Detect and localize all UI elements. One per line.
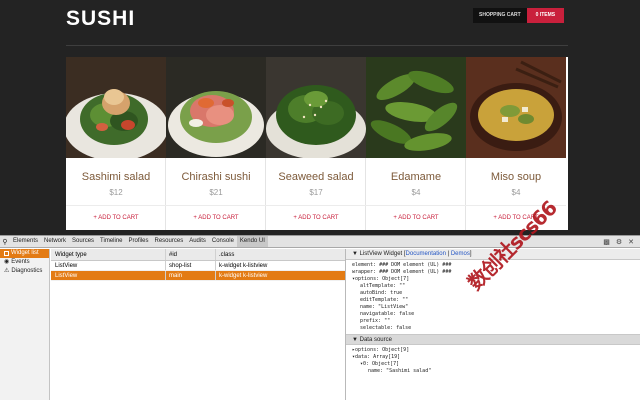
cell-widget-type: ListView	[51, 271, 166, 280]
option-edit-template[interactable]: editTemplate: ""	[352, 297, 640, 304]
tab-kendo-ui[interactable]: Kendo UI	[236, 236, 268, 247]
tab-audits[interactable]: Audits	[186, 236, 209, 247]
data-source-properties: ▸options: Object[9] ▾data: Array[19] ▾0: O…	[346, 345, 640, 375]
table-row[interactable]: ListView shop-list k-widget k-listview	[51, 261, 345, 271]
cart-label: SHOPPING CART	[473, 8, 527, 23]
option-name[interactable]: name: "ListView"	[352, 304, 640, 311]
dock-icon[interactable]: ▩	[603, 238, 610, 246]
sidebar-item-widget-list[interactable]: Widget list	[0, 249, 49, 258]
product-card: Seaweed salad $17 + ADD TO CART	[266, 57, 366, 230]
data-source-header[interactable]: ▼ Data source	[346, 334, 640, 345]
table-row-selected[interactable]: ListView main k-widget k-listview	[51, 271, 345, 281]
cell-id: shop-list	[166, 261, 216, 270]
ds-item-name[interactable]: name: "Sashimi salad"	[352, 368, 640, 375]
ds-options[interactable]: ▸options: Object[9]	[352, 347, 640, 354]
demos-link[interactable]: Demos	[451, 251, 470, 257]
product-name: Seaweed salad	[278, 171, 354, 183]
add-to-cart-button[interactable]: + ADD TO CART	[66, 205, 166, 230]
product-name: Chirashi sushi	[181, 171, 251, 183]
add-to-cart-button[interactable]: + ADD TO CART	[266, 205, 366, 230]
ds-data-label: data: Array[19]	[355, 354, 401, 360]
product-photo-seaweed-salad[interactable]	[266, 57, 366, 158]
documentation-link[interactable]: Documentation	[406, 251, 446, 257]
list-icon	[4, 251, 9, 256]
column-header-class[interactable]: .class	[216, 249, 345, 260]
ds-item-label: 0: Object[7]	[363, 361, 400, 367]
header-divider	[66, 45, 568, 46]
tab-profiles[interactable]: Profiles	[126, 236, 152, 247]
sidebar-item-label: Diagnostics	[11, 268, 43, 274]
ds-options-label: options: Object[9]	[355, 347, 410, 353]
product-list: Sashimi salad $12 + ADD TO CART Chirashi…	[66, 57, 568, 230]
product-name: Miso soup	[490, 171, 542, 183]
product-card: Sashimi salad $12 + ADD TO CART	[66, 57, 166, 230]
cell-class: k-widget k-listview	[219, 273, 268, 279]
product-photo-chirashi-sushi[interactable]	[166, 57, 266, 158]
option-selectable[interactable]: selectable: false	[352, 325, 640, 332]
sidebar-item-label: Widget list	[11, 250, 39, 256]
option-navigatable[interactable]: navigatable: false	[352, 311, 640, 318]
product-card: Chirashi sushi $21 + ADD TO CART	[166, 57, 266, 230]
option-auto-bind[interactable]: autoBind: true	[352, 290, 640, 297]
sidebar-item-diagnostics[interactable]: ⚠ Diagnostics	[0, 267, 49, 276]
collapse-triangle-icon[interactable]: ▼	[352, 337, 358, 343]
column-header-widget-type[interactable]: Widget type	[51, 249, 166, 260]
inspect-element-icon[interactable]: ⚲	[0, 236, 10, 247]
product-photo-edamame[interactable]	[366, 57, 466, 158]
product-name: Edamame	[390, 171, 442, 183]
data-source-title: Data source	[359, 337, 392, 343]
tab-timeline[interactable]: Timeline	[97, 236, 125, 247]
product-price: $17	[309, 188, 323, 197]
shopping-cart-button[interactable]: SHOPPING CART 0 ITEMS	[473, 8, 565, 23]
cell-class: k-widget k-listview	[219, 263, 268, 269]
devtools-panel: ⚲ Elements Network Sources Timeline Prof…	[0, 235, 640, 400]
product-photo-miso-soup[interactable]	[466, 57, 566, 158]
product-card: Edamame $4 + ADD TO CART	[366, 57, 466, 230]
bracket: ]	[469, 251, 472, 257]
product-price: $4	[511, 188, 521, 197]
devtools-window-controls: ▩ ⚙ ✕	[603, 236, 634, 247]
add-to-cart-button[interactable]: + ADD TO CART	[166, 205, 266, 230]
sidebar-item-events[interactable]: ◉ Events	[0, 258, 49, 267]
column-header-id[interactable]: #id	[166, 249, 216, 260]
sidebar-item-label: Events	[11, 259, 30, 265]
tab-elements[interactable]: Elements	[10, 236, 41, 247]
separator: |	[447, 251, 450, 257]
settings-gear-icon[interactable]: ⚙	[616, 238, 622, 246]
tab-console[interactable]: Console	[209, 236, 237, 247]
options-label: options: Object[7]	[355, 276, 410, 282]
ds-data[interactable]: ▾data: Array[19]	[352, 354, 640, 361]
tab-resources[interactable]: Resources	[152, 236, 187, 247]
devtools-toolbar: ⚲ Elements Network Sources Timeline Prof…	[0, 236, 640, 248]
add-to-cart-button[interactable]: + ADD TO CART	[366, 205, 466, 230]
tab-sources[interactable]: Sources	[69, 236, 97, 247]
eye-icon: ◉	[4, 259, 10, 265]
warning-icon: ⚠	[4, 268, 10, 274]
product-name: Sashimi salad	[81, 171, 151, 183]
widget-table: Widget type #id .class ListView shop-lis…	[51, 249, 345, 400]
widget-details-title: ListView Widget	[359, 251, 403, 257]
cell-widget-type: ListView	[51, 261, 166, 270]
table-header: Widget type #id .class	[51, 249, 345, 261]
site-logo[interactable]: SUSHI	[66, 7, 135, 31]
product-price: $4	[411, 188, 421, 197]
kendo-sidebar: Widget list ◉ Events ⚠ Diagnostics	[0, 249, 50, 400]
tab-network[interactable]: Network	[41, 236, 69, 247]
ds-item[interactable]: ▾0: Object[7]	[352, 361, 640, 368]
product-price: $21	[209, 188, 223, 197]
cell-id: main	[166, 271, 216, 280]
product-price: $12	[109, 188, 123, 197]
product-photo-sashimi-salad[interactable]	[66, 57, 166, 158]
close-icon[interactable]: ✕	[628, 238, 634, 246]
cart-item-count: 0 ITEMS	[526, 8, 565, 23]
collapse-triangle-icon[interactable]: ▼	[352, 251, 358, 257]
option-alt-template[interactable]: altTemplate: ""	[352, 283, 640, 290]
option-prefix[interactable]: prefix: ""	[352, 318, 640, 325]
